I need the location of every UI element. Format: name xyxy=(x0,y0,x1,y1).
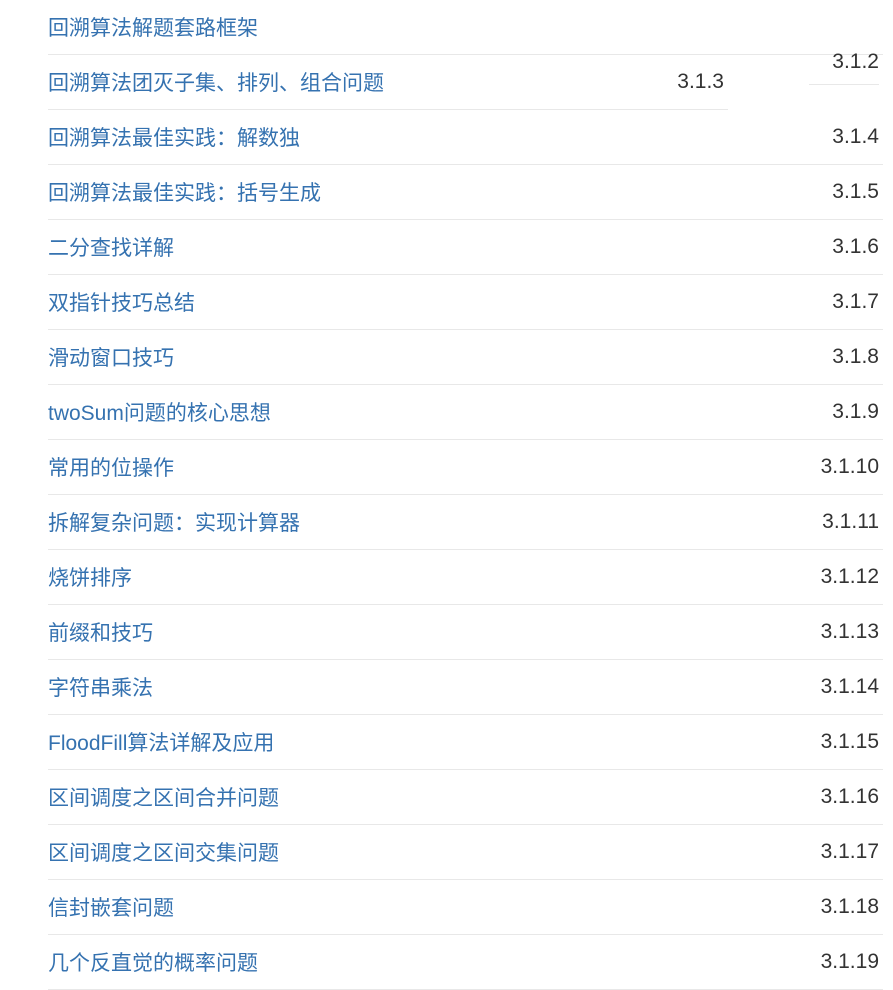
toc-link[interactable]: FloodFill算法详解及应用 xyxy=(48,727,274,757)
toc-floating-number: 3.1.2 xyxy=(809,50,879,85)
toc-item: 回溯算法最佳实践：括号生成 3.1.5 xyxy=(48,165,883,220)
toc-number: 3.1.10 xyxy=(821,455,883,479)
toc-item: 滑动窗口技巧 3.1.8 xyxy=(48,330,883,385)
toc-number: 3.1.15 xyxy=(821,730,883,754)
toc-item: 区间调度之区间合并问题 3.1.16 xyxy=(48,770,883,825)
toc-number: 3.1.16 xyxy=(821,785,883,809)
toc-link[interactable]: 字符串乘法 xyxy=(48,672,153,702)
toc-item: 回溯算法团灭子集、排列、组合问题 3.1.3 xyxy=(48,55,728,110)
toc-item: 回溯算法最佳实践：解数独 3.1.4 xyxy=(48,110,883,165)
toc-number: 3.1.6 xyxy=(832,235,883,259)
toc-link[interactable]: 烧饼排序 xyxy=(48,562,132,592)
toc-number: 3.1.13 xyxy=(821,620,883,644)
toc-item: 二分查找详解 3.1.6 xyxy=(48,220,883,275)
toc-link[interactable]: 信封嵌套问题 xyxy=(48,892,174,922)
toc-number: 3.1.19 xyxy=(821,950,883,974)
toc-number: 3.1.12 xyxy=(821,565,883,589)
toc-number: 3.1.17 xyxy=(821,840,883,864)
toc-item: twoSum问题的核心思想 3.1.9 xyxy=(48,385,883,440)
toc-link[interactable]: 区间调度之区间合并问题 xyxy=(48,782,279,812)
toc-link[interactable]: 回溯算法团灭子集、排列、组合问题 xyxy=(48,67,384,97)
toc-number: 3.1.11 xyxy=(822,510,883,534)
toc-link[interactable]: twoSum问题的核心思想 xyxy=(48,397,271,427)
toc-link[interactable]: 滑动窗口技巧 xyxy=(48,342,174,372)
toc-item: 区间调度之区间交集问题 3.1.17 xyxy=(48,825,883,880)
toc-container: 3.1.2 回溯算法解题套路框架回溯算法团灭子集、排列、组合问题3.1.3回溯算… xyxy=(0,0,893,990)
toc-link[interactable]: 双指针技巧总结 xyxy=(48,287,195,317)
toc-item: 几个反直觉的概率问题 3.1.19 xyxy=(48,935,883,990)
toc-link[interactable]: 区间调度之区间交集问题 xyxy=(48,837,279,867)
toc-list: 回溯算法解题套路框架回溯算法团灭子集、排列、组合问题 3.1.3 回溯算法最佳实践：… xyxy=(48,0,883,990)
toc-link[interactable]: 几个反直觉的概率问题 xyxy=(48,947,258,977)
toc-link[interactable]: 二分查找详解 xyxy=(48,232,174,262)
toc-item: 信封嵌套问题 3.1.18 xyxy=(48,880,883,935)
toc-number: 3.1.14 xyxy=(821,675,883,699)
toc-number: 3.1.7 xyxy=(832,290,883,314)
toc-number: 3.1.3 xyxy=(677,70,728,94)
toc-number: 3.1.9 xyxy=(832,400,883,424)
toc-link[interactable]: 回溯算法解题套路框架 xyxy=(48,12,258,42)
toc-item: 前缀和技巧 3.1.13 xyxy=(48,605,883,660)
toc-link[interactable]: 回溯算法最佳实践：括号生成 xyxy=(48,177,321,207)
toc-item: 字符串乘法 3.1.14 xyxy=(48,660,883,715)
toc-number: 3.1.4 xyxy=(832,125,883,149)
toc-item: 双指针技巧总结 3.1.7 xyxy=(48,275,883,330)
toc-item: 烧饼排序 3.1.12 xyxy=(48,550,883,605)
toc-item: 拆解复杂问题：实现计算器 3.1.11 xyxy=(48,495,883,550)
toc-link[interactable]: 前缀和技巧 xyxy=(48,617,153,647)
toc-item: 常用的位操作 3.1.10 xyxy=(48,440,883,495)
toc-item: FloodFill算法详解及应用 3.1.15 xyxy=(48,715,883,770)
toc-number: 3.1.5 xyxy=(832,180,883,204)
toc-number: 3.1.8 xyxy=(832,345,883,369)
toc-link[interactable]: 拆解复杂问题：实现计算器 xyxy=(48,507,300,537)
toc-number: 3.1.18 xyxy=(821,895,883,919)
toc-link[interactable]: 回溯算法最佳实践：解数独 xyxy=(48,122,300,152)
toc-link[interactable]: 常用的位操作 xyxy=(48,452,174,482)
toc-item: 回溯算法解题套路框架 xyxy=(48,0,883,55)
